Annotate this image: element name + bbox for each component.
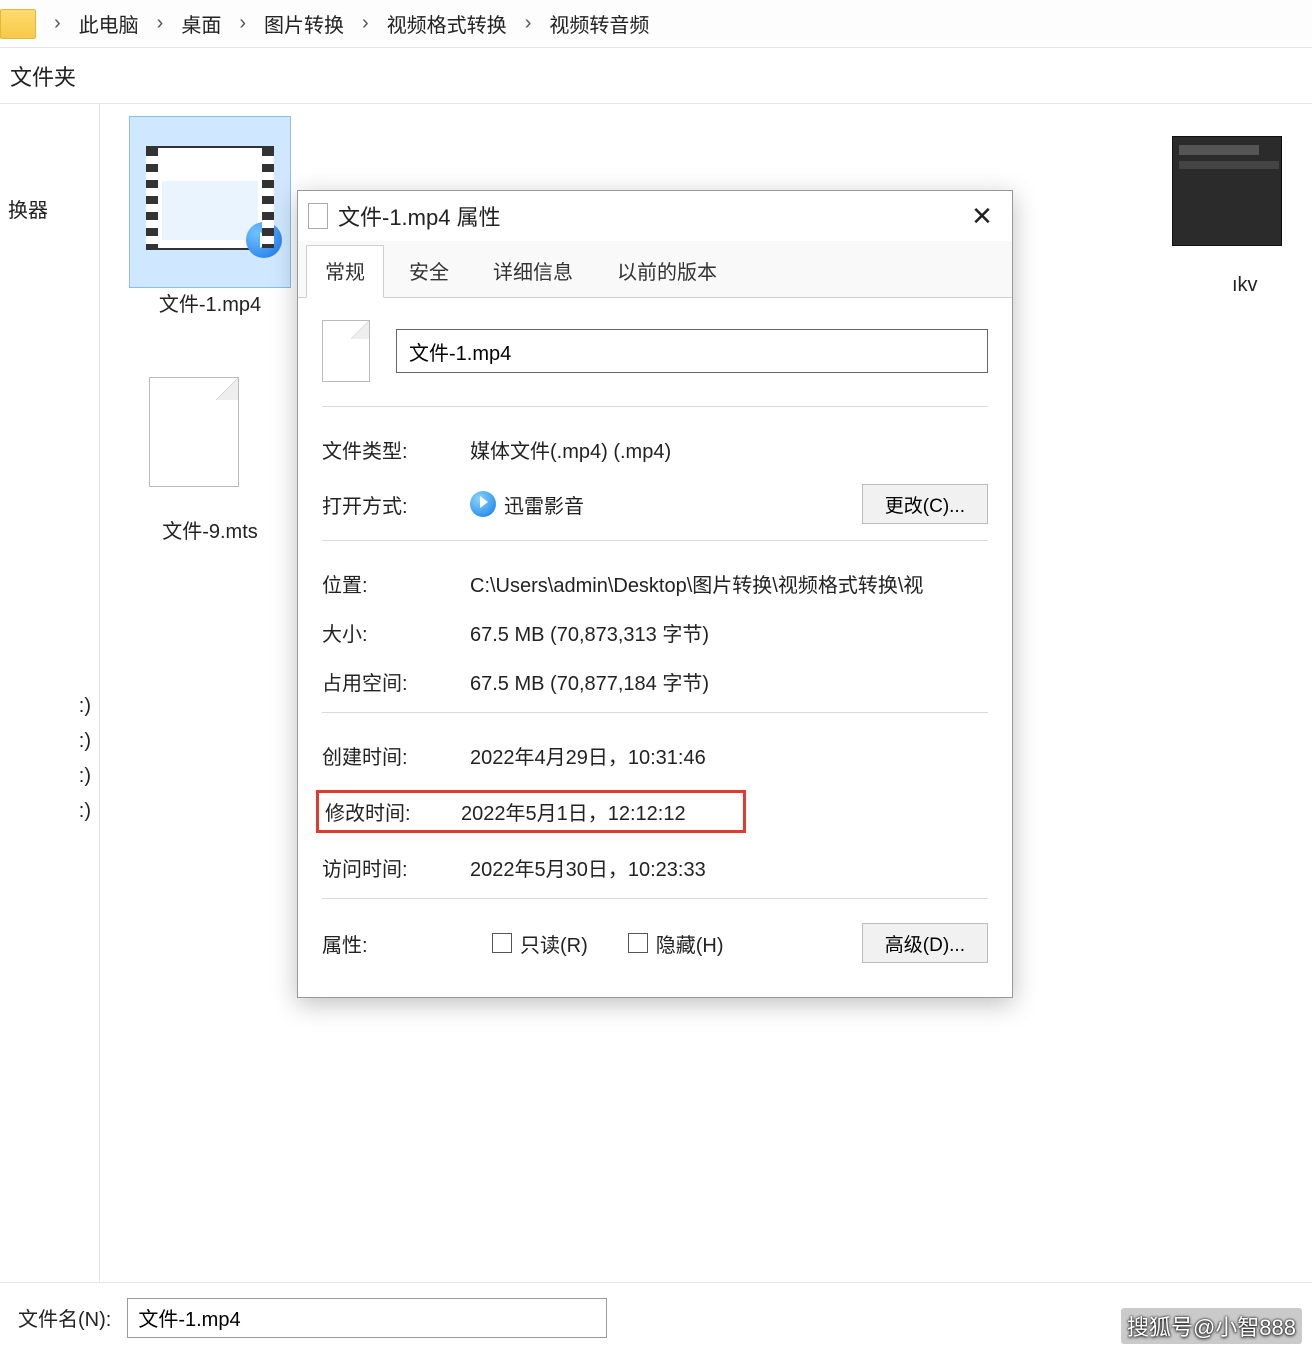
hidden-checkbox[interactable]: 隐藏(H) <box>628 929 724 958</box>
change-button[interactable]: 更改(C)... <box>862 484 988 524</box>
file-label: 文件-1.mp4 <box>120 288 300 317</box>
crumb-desktop[interactable]: 桌面 <box>181 9 221 38</box>
modified-label: 修改时间: <box>325 797 443 826</box>
breadcrumb[interactable]: › 此电脑 › 桌面 › 图片转换 › 视频格式转换 › 视频转音频 <box>0 0 1312 48</box>
tab-security[interactable]: 安全 <box>390 245 468 297</box>
readonly-label: 只读(R) <box>520 929 588 958</box>
chevron-right-icon: › <box>521 12 536 35</box>
crumb-folder-1[interactable]: 图片转换 <box>264 9 344 38</box>
advanced-button[interactable]: 高级(D)... <box>862 923 988 963</box>
video-thumbnail-icon <box>146 146 274 250</box>
chevron-right-icon: › <box>153 12 168 35</box>
filename-bar: 文件名(N): <box>0 1282 1312 1352</box>
size-value: 67.5 MB (70,873,313 字节) <box>470 618 988 647</box>
file-icon <box>322 320 370 382</box>
opens-with-value: 迅雷影音 <box>504 490 584 519</box>
accessed-label: 访问时间: <box>322 853 452 882</box>
dialog-title: 文件-1.mp4 属性 <box>338 200 501 232</box>
accessed-value: 2022年5月30日，10:23:33 <box>470 853 988 882</box>
filename-input[interactable] <box>127 1298 607 1338</box>
size-on-disk-value: 67.5 MB (70,877,184 字节) <box>470 667 988 696</box>
file-item[interactable]: ıkv <box>1172 116 1292 317</box>
xunlei-icon <box>470 491 496 517</box>
checkbox-icon <box>492 933 512 953</box>
sidebar: 换器 :) :) :) :) <box>0 104 100 1282</box>
checkbox-icon <box>628 933 648 953</box>
filetype-value: 媒体文件(.mp4) (.mp4) <box>470 435 988 464</box>
file-item-selected[interactable]: 文件-1.mp4 <box>120 116 300 317</box>
filename-label: 文件名(N): <box>18 1303 111 1332</box>
folder-icon <box>0 9 36 39</box>
tab-bar: 常规 安全 详细信息 以前的版本 <box>298 241 1012 298</box>
size-on-disk-label: 占用空间: <box>322 667 452 696</box>
tab-general[interactable]: 常规 <box>306 245 384 298</box>
modified-value: 2022年5月1日，12:12:12 <box>461 797 737 826</box>
sidebar-item[interactable]: 换器 <box>8 188 91 229</box>
size-label: 大小: <box>322 618 452 647</box>
crumb-this-pc[interactable]: 此电脑 <box>79 9 139 38</box>
tab-details[interactable]: 详细信息 <box>474 245 592 297</box>
filename-field[interactable] <box>396 329 988 373</box>
sidebar-item[interactable]: :) <box>8 759 91 794</box>
close-icon[interactable]: ✕ <box>962 201 1002 232</box>
attributes-label: 属性: <box>322 929 452 958</box>
file-item[interactable]: 文件-9.mts <box>120 357 300 544</box>
file-label: ıkv <box>1172 274 1292 297</box>
toolbar: 文件夹 <box>0 48 1312 104</box>
sidebar-item[interactable]: :) <box>8 724 91 759</box>
created-label: 创建时间: <box>322 741 452 770</box>
sidebar-item[interactable]: :) <box>8 794 91 829</box>
sidebar-item[interactable]: :) <box>8 689 91 724</box>
chevron-right-icon: › <box>235 12 250 35</box>
location-label: 位置: <box>322 569 452 598</box>
video-thumbnail-icon <box>1172 136 1282 246</box>
properties-dialog: 文件-1.mp4 属性 ✕ 常规 安全 详细信息 以前的版本 文件类型: 媒体文… <box>297 190 1013 998</box>
location-value: C:\Users\admin\Desktop\图片转换\视频格式转换\视 <box>470 569 988 598</box>
play-icon <box>246 222 282 258</box>
opens-with-label: 打开方式: <box>322 490 452 519</box>
highlight-box: 修改时间: 2022年5月1日，12:12:12 <box>316 790 746 833</box>
crumb-folder-2[interactable]: 视频格式转换 <box>387 9 507 38</box>
file-icon <box>308 203 328 229</box>
created-value: 2022年4月29日，10:31:46 <box>470 741 988 770</box>
new-folder-button[interactable]: 文件夹 <box>10 60 76 92</box>
chevron-right-icon: › <box>358 12 373 35</box>
chevron-right-icon: › <box>50 12 65 35</box>
hidden-label: 隐藏(H) <box>656 929 724 958</box>
readonly-checkbox[interactable]: 只读(R) <box>492 929 588 958</box>
tab-previous-versions[interactable]: 以前的版本 <box>598 245 736 297</box>
crumb-folder-3[interactable]: 视频转音频 <box>549 9 649 38</box>
filetype-label: 文件类型: <box>322 435 452 464</box>
file-label: 文件-9.mts <box>120 515 300 544</box>
file-icon <box>149 377 239 487</box>
dialog-titlebar[interactable]: 文件-1.mp4 属性 ✕ <box>298 191 1012 241</box>
